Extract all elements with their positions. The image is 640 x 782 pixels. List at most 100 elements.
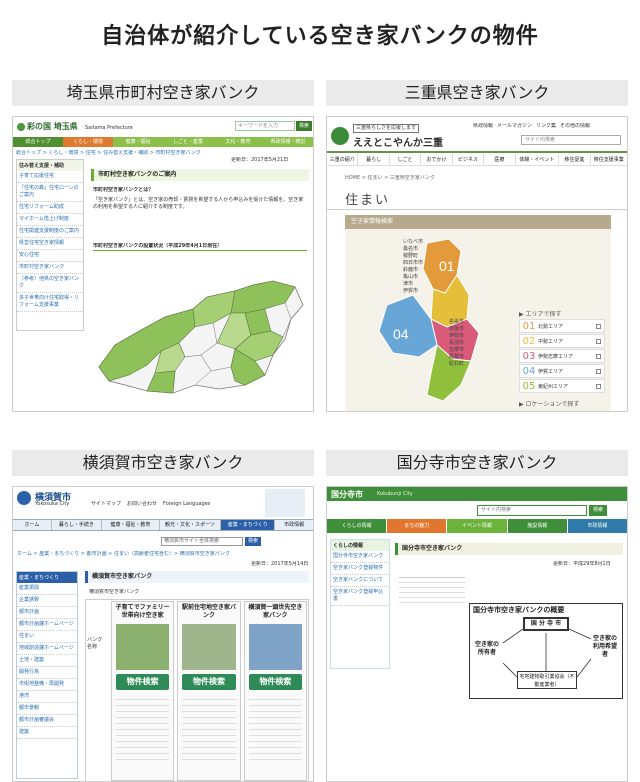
sidebar-item[interactable]: 市町村空き家バンク — [17, 262, 83, 274]
nav-home[interactable]: ホーム — [13, 520, 52, 530]
nav-home[interactable]: 総合トップ — [13, 137, 63, 147]
area-name: 伊勢志摩エリア — [538, 353, 574, 360]
sidebar-item[interactable]: 「住宅の森」住宅ローンのご案内 — [17, 183, 83, 202]
nav-life[interactable]: 暮らし・手続き — [52, 520, 102, 530]
logo[interactable]: 彩の国 埼玉県 — [27, 121, 78, 132]
sidebar-item[interactable]: 多子世帯向け住宅取得・リフォーム支援事業 — [17, 293, 83, 312]
nav-charm[interactable]: まちの魅力 — [387, 519, 447, 533]
sidebar: 住み替え支援・補助 子育て応援住宅 「住宅の森」住宅ローンのご案内 住宅リフォーム助… — [16, 159, 84, 331]
nav-events[interactable]: イベント情報 — [447, 519, 507, 533]
breadcrumb[interactable]: HOME > 住まい > 三重県空き家バンク — [345, 175, 435, 182]
sidebar-item[interactable]: 住宅リフォーム助成 — [17, 202, 83, 214]
divider — [327, 209, 627, 210]
search-button[interactable]: 検索 — [245, 537, 261, 546]
area-checkbox[interactable] — [596, 338, 601, 344]
nav-industry[interactable]: 産業・まちづくり — [221, 520, 276, 530]
mie-map[interactable]: 01 04 — [357, 235, 517, 412]
sidebar-item[interactable]: 空き家バンク登録物件 — [331, 563, 389, 575]
property-search-button[interactable]: 物件検索 — [248, 674, 302, 690]
nav-life[interactable]: くらし・環境 — [63, 137, 113, 147]
label-matsusaka: 松阪市 — [449, 326, 465, 332]
sidebar: くらしの情報 国分寺市空き家バンク 空き家バンク登録物件 空き家バンクについて 空き家… — [330, 539, 390, 669]
search-input[interactable]: 横須賀市サイト全体検索 — [161, 537, 243, 546]
breadcrumb[interactable]: 総合トップ > くらし・環境 > 住宅 > 住み替え支援・補助 > 市町村空き家… — [16, 150, 216, 157]
nav-events[interactable]: 体験・イベント — [516, 154, 560, 165]
area-row[interactable]: 01 北勢エリア — [519, 319, 605, 333]
sidebar-item[interactable]: 国分寺市空き家バンク — [331, 551, 389, 563]
panel-caption: 埼玉県市町村空き家バンク — [12, 80, 314, 106]
area-checkbox[interactable] — [596, 323, 601, 329]
nav-tourism[interactable]: 観光・文化・スポーツ — [160, 520, 222, 530]
nav-migration[interactable]: 移住促進 — [559, 154, 591, 165]
link-other[interactable]: その他の情報 — [560, 123, 590, 130]
search-button[interactable]: 検索 — [589, 505, 607, 516]
sidebar-item[interactable]: 地域創造課ホームページ — [17, 643, 77, 655]
sidebar-item[interactable]: 都市計画 — [17, 607, 77, 619]
nav-work[interactable]: しごと — [390, 154, 422, 165]
link-contact[interactable]: お問い合わせ — [127, 501, 157, 508]
sidebar-item[interactable]: 企業誘致 — [17, 595, 77, 607]
location-search[interactable]: ▶ ロケーションで探す — [519, 399, 579, 408]
nav-gov[interactable]: 市政情報 — [567, 519, 627, 533]
search-input[interactable]: キーワードを入力 — [235, 121, 295, 131]
nav-health[interactable]: 健康・福祉・教育 — [102, 520, 160, 530]
nav-migration-support[interactable]: 移住支援事業 — [591, 154, 627, 165]
sidebar-item[interactable]: 産業振興 — [17, 583, 77, 595]
sidebar-item[interactable]: 都市計画審議会 — [17, 715, 77, 727]
sidebar-item[interactable]: 市街地整備・再開発 — [17, 679, 77, 691]
sidebar-item[interactable]: 建築 — [17, 727, 77, 739]
area-row[interactable]: 05 東紀州エリア — [519, 379, 605, 393]
sidebar-item[interactable]: 住宅関連支援制度のご案内 — [17, 226, 83, 238]
sidebar-item[interactable]: 子育て応援住宅 — [17, 171, 83, 183]
body-text-block — [399, 577, 465, 697]
search-button[interactable]: 検索 — [296, 121, 312, 131]
search-input[interactable]: サイト内検索 — [477, 505, 587, 516]
nav-business[interactable]: ビジネス — [453, 154, 485, 165]
property-search-button[interactable]: 物件検索 — [116, 674, 170, 690]
link-mail[interactable]: メールマガジン — [497, 123, 532, 130]
link-links[interactable]: リンク集 — [536, 123, 556, 130]
label-tsu: 津市 — [403, 281, 414, 287]
sidebar-item[interactable]: 空き家バンクについて — [331, 575, 389, 587]
nav-medical[interactable]: 医療 — [484, 154, 516, 165]
logo[interactable]: ええとこやんか三重 — [353, 134, 443, 149]
screenshot-yokosuka: 横須賀市 Yokosuka City サイトマップ お問い合わせ Foreign… — [12, 486, 314, 782]
sidebar-item[interactable]: 土地・建築 — [17, 655, 77, 667]
search-input[interactable]: サイト内検索 — [521, 135, 621, 145]
sidebar-item[interactable]: マイホーム借上げ制度 — [17, 214, 83, 226]
nav-work[interactable]: しごと・産業 — [163, 137, 213, 147]
logo[interactable]: 国分寺市 — [331, 489, 363, 500]
property-search-button[interactable]: 物件検索 — [182, 674, 236, 690]
nav-outing[interactable]: おでかけ — [421, 154, 453, 165]
breadcrumb[interactable]: ホーム > 産業・まちづくり > 都市計画 > 住まい（高齢者住宅含む）> 横須… — [17, 551, 257, 558]
saitama-map[interactable] — [95, 257, 309, 407]
nav-culture[interactable]: 文化・教育 — [213, 137, 263, 147]
area-checkbox[interactable] — [596, 368, 601, 374]
area-row[interactable]: 04 伊賀エリア — [519, 364, 605, 378]
nav-gov[interactable]: 県政情報・統計 — [263, 137, 313, 147]
area-checkbox[interactable] — [596, 383, 601, 389]
sidebar-item[interactable]: 都市景観 — [17, 703, 77, 715]
link-foreign[interactable]: Foreign Languages — [163, 501, 210, 508]
link-pref-info[interactable]: 県政情報 — [473, 123, 493, 130]
sidebar-item[interactable]: 港湾 — [17, 691, 77, 703]
nav-gov[interactable]: 市政情報 — [275, 520, 313, 530]
sidebar-item[interactable]: 空き家バンク登録申込書 — [331, 587, 389, 606]
area-row[interactable]: 02 中勢エリア — [519, 334, 605, 348]
sidebar-item[interactable]: 住まい — [17, 631, 77, 643]
area-row[interactable]: 03 伊勢志摩エリア — [519, 349, 605, 363]
nav-facilities[interactable]: 施設情報 — [507, 519, 567, 533]
sidebar-item[interactable]: 都市計画課ホームページ — [17, 619, 77, 631]
nav-health[interactable]: 健康・福祉 — [113, 137, 163, 147]
sidebar-item[interactable]: 開発行為 — [17, 667, 77, 679]
area-checkbox[interactable] — [596, 353, 601, 359]
content-heading: 市町村空き家バンクのご案内 — [91, 169, 309, 181]
nav-about[interactable]: 三重の紹介 — [327, 154, 359, 165]
link-sitemap[interactable]: サイトマップ — [91, 501, 121, 508]
area-name: 東紀州エリア — [538, 383, 569, 390]
sidebar-item[interactable]: 県営住宅空き家情報 — [17, 238, 83, 250]
nav-life[interactable]: 暮らし — [358, 154, 390, 165]
sidebar-item[interactable]: （参考）他県の空き家バンク — [17, 274, 83, 293]
nav-life[interactable]: くらしの情報 — [327, 519, 387, 533]
sidebar-item[interactable]: 安心住宅 — [17, 250, 83, 262]
